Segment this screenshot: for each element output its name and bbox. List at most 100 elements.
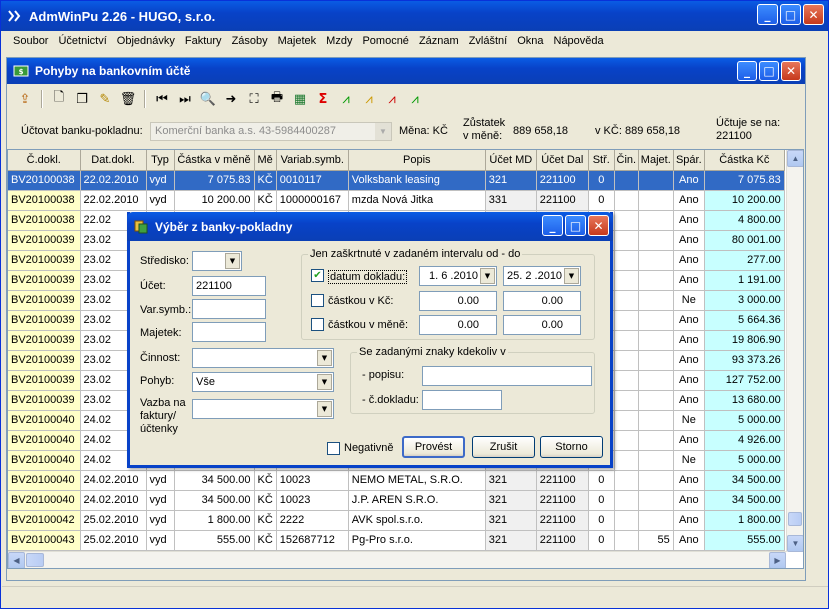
cell-spar[interactable]: Ano — [673, 350, 705, 371]
cell-kc[interactable]: 34 500.00 — [704, 490, 785, 511]
tree-yellow-icon[interactable]: ⩘ — [359, 89, 379, 109]
cell-desc[interactable]: AVK spol.s.r.o. — [348, 510, 486, 531]
search-icon[interactable]: 🔍 — [198, 89, 218, 109]
cell-cin[interactable] — [614, 470, 639, 491]
datum-to-input[interactable]: 25. 2 .2010 ▼ — [503, 266, 581, 286]
table-row[interactable]: BV20100040 24.02.2010 vyd 34 500.00 KČ 10023 J… — [8, 490, 785, 511]
chevron-down-icon[interactable]: ▼ — [375, 123, 391, 140]
cell-desc[interactable]: Pg-Pro s.r.o. — [348, 530, 486, 551]
cell-md[interactable]: 321 — [485, 470, 537, 491]
cell-kc[interactable]: 127 752.00 — [704, 370, 785, 391]
cell-kc[interactable]: 4 926.00 — [704, 430, 785, 451]
account-combo[interactable]: Komerční banka a.s. 43-5984400287 ▼ — [150, 122, 392, 141]
cell-desc[interactable]: Volksbank leasing — [348, 170, 486, 191]
scroll-left-icon[interactable]: ◀ — [8, 552, 25, 568]
cell-kc[interactable]: 10 200.00 — [704, 190, 785, 211]
cell-spar[interactable]: Ano — [673, 530, 705, 551]
cell-cin[interactable] — [614, 410, 639, 431]
cell-doc[interactable]: BV20100042 — [8, 510, 81, 531]
copy-icon[interactable]: ❐ — [72, 89, 92, 109]
inner-close-icon[interactable]: ✕ — [781, 61, 801, 81]
castka-kc-checkbox[interactable] — [311, 294, 324, 307]
col-spar[interactable]: Spár. — [673, 150, 705, 171]
horizontal-scrollbar[interactable]: ◀ ▶ — [8, 551, 786, 568]
maximize-icon[interactable]: □ — [780, 4, 801, 25]
cell-vs[interactable]: 152687712 — [276, 530, 349, 551]
inner-maximize-icon[interactable]: □ — [759, 61, 779, 81]
cell-kc[interactable]: 5 000.00 — [704, 410, 785, 431]
cell-kc[interactable]: 1 191.00 — [704, 270, 785, 291]
cell-maj[interactable] — [638, 430, 674, 451]
cell-md[interactable]: 321 — [485, 530, 537, 551]
cell-str[interactable]: 0 — [588, 490, 615, 511]
cell-doc[interactable]: BV20100038 — [8, 210, 81, 231]
cell-spar[interactable]: Ne — [673, 290, 705, 311]
new-document-icon[interactable]: 🗋 — [49, 89, 69, 109]
cell-doc[interactable]: BV20100039 — [8, 290, 81, 311]
excel-icon[interactable]: ▦ — [290, 89, 310, 109]
cell-maj[interactable] — [638, 370, 674, 391]
cell-dal[interactable]: 221100 — [536, 190, 589, 211]
ucet-input[interactable]: 221100 — [192, 276, 266, 296]
cell-cin[interactable] — [614, 230, 639, 251]
select-area-icon[interactable]: ⛶ — [244, 89, 264, 109]
cell-str[interactable]: 0 — [588, 190, 615, 211]
cell-cin[interactable] — [614, 170, 639, 191]
cell-dal[interactable]: 221100 — [536, 490, 589, 511]
cell-doc[interactable]: BV20100040 — [8, 470, 81, 491]
table-row[interactable]: BV20100038 22.02.2010 vyd 7 075.83 KČ 0010117… — [8, 170, 785, 191]
cell-cin[interactable] — [614, 450, 639, 471]
sum-icon[interactable]: Σ — [313, 89, 333, 109]
cell-md[interactable]: 321 — [485, 510, 537, 531]
cell-cin[interactable] — [614, 190, 639, 211]
cell-kc[interactable]: 7 075.83 — [704, 170, 785, 191]
chevron-down-icon[interactable]: ▼ — [225, 253, 240, 269]
cell-amount[interactable]: 7 075.83 — [174, 170, 255, 191]
cell-cin[interactable] — [614, 430, 639, 451]
castka-mena-from-input[interactable]: 0.00 — [419, 315, 497, 335]
cell-spar[interactable]: Ano — [673, 470, 705, 491]
cell-cin[interactable] — [614, 390, 639, 411]
cell-cin[interactable] — [614, 210, 639, 231]
cell-doc[interactable]: BV20100038 — [8, 190, 81, 211]
cell-vs[interactable]: 0010117 — [276, 170, 349, 191]
menu-zasoby[interactable]: Zásoby — [227, 35, 273, 47]
print-icon[interactable]: 🖶 — [267, 89, 287, 109]
cell-typ[interactable]: vyd — [146, 170, 175, 191]
cell-kc[interactable]: 19 806.90 — [704, 330, 785, 351]
cell-doc[interactable]: BV20100040 — [8, 410, 81, 431]
tree-check-icon[interactable]: ⩘ — [405, 89, 425, 109]
cell-cur[interactable]: KČ — [254, 510, 277, 531]
cell-doc[interactable]: BV20100039 — [8, 250, 81, 271]
cell-maj[interactable] — [638, 290, 674, 311]
table-row[interactable]: BV20100040 24.02.2010 vyd 34 500.00 KČ 10023 N… — [8, 470, 785, 491]
table-row[interactable]: BV20100042 25.02.2010 vyd 1 800.00 KČ 2222 AVK… — [8, 510, 785, 531]
cell-kc[interactable]: 5 664.36 — [704, 310, 785, 331]
cell-typ[interactable]: vyd — [146, 490, 175, 511]
menu-soubor[interactable]: Soubor — [8, 35, 53, 47]
cell-md[interactable]: 321 — [485, 490, 537, 511]
menu-mzdy[interactable]: Mzdy — [321, 35, 357, 47]
cell-cur[interactable]: KČ — [254, 470, 277, 491]
cell-doc[interactable]: BV20100038 — [8, 170, 81, 191]
col-cin[interactable]: Čin. — [614, 150, 639, 171]
cell-str[interactable]: 0 — [588, 510, 615, 531]
cell-spar[interactable]: Ano — [673, 250, 705, 271]
stredisko-select[interactable]: ▼ — [192, 251, 242, 271]
cell-date[interactable]: 25.02.2010 — [80, 510, 147, 531]
col-date[interactable]: Dat.dokl. — [80, 150, 147, 171]
cell-spar[interactable]: Ano — [673, 390, 705, 411]
cell-dal[interactable]: 221100 — [536, 470, 589, 491]
cell-md[interactable]: 321 — [485, 170, 537, 191]
cell-doc[interactable]: BV20100040 — [8, 430, 81, 451]
col-doc[interactable]: Č.dokl. — [8, 150, 81, 171]
cell-amount[interactable]: 34 500.00 — [174, 470, 255, 491]
cell-kc[interactable]: 34 500.00 — [704, 470, 785, 491]
cdokladu-input[interactable] — [422, 390, 502, 410]
first-record-icon[interactable]: ⏮ — [152, 89, 172, 109]
castka-kc-to-input[interactable]: 0.00 — [503, 291, 581, 311]
cell-doc[interactable]: BV20100040 — [8, 490, 81, 511]
cell-vs[interactable]: 10023 — [276, 470, 349, 491]
cell-cur[interactable]: KČ — [254, 170, 277, 191]
col-dal[interactable]: Účet Dal — [536, 150, 589, 171]
